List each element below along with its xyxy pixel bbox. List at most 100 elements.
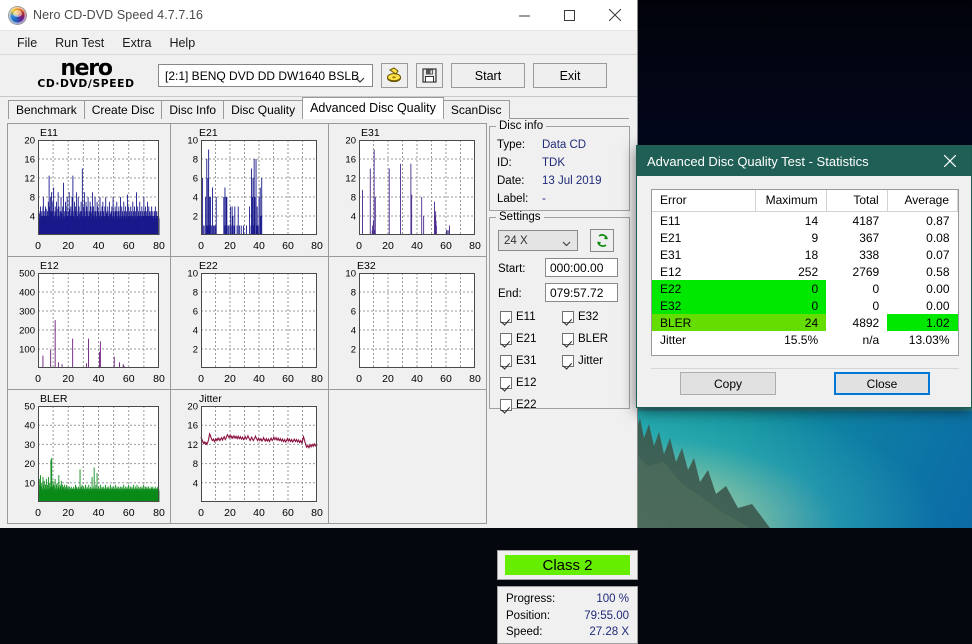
speed-value: 27.28 X (589, 626, 629, 638)
svg-text:4: 4 (193, 326, 198, 337)
chart-e22: E22 2 4 6 8 10 0 20 40 60 80 (170, 256, 329, 390)
svg-text:60: 60 (123, 240, 135, 252)
checkbox-e12[interactable]: E12 (500, 377, 536, 389)
checkbox-label: E22 (516, 399, 537, 411)
cell-error: BLER (652, 314, 756, 331)
minimize-icon[interactable] (502, 0, 547, 31)
cell-error: E32 (652, 297, 756, 314)
svg-text:40: 40 (411, 240, 423, 252)
cell-total: n/a (862, 332, 880, 347)
cell-total: 0 (872, 298, 880, 313)
start-time-input[interactable]: 000:00.00 (545, 258, 618, 277)
tab-scandisc[interactable]: ScanDisc (442, 100, 510, 119)
maximize-icon[interactable] (547, 0, 592, 31)
checkbox-e31[interactable]: E31 (500, 355, 536, 367)
refresh-arrows-icon[interactable] (590, 229, 614, 252)
tab-create-disc[interactable]: Create Disc (83, 100, 163, 119)
menu-item-file[interactable]: File (8, 33, 46, 53)
statistics-table: Error Maximum Total Average E11 14 4187 0.8… (652, 190, 959, 348)
svg-text:80: 80 (153, 240, 165, 252)
svg-text:4: 4 (351, 326, 356, 337)
tab-benchmark[interactable]: Benchmark (8, 100, 85, 119)
cell-maximum: 15.5% (784, 332, 819, 347)
chart-e32-title: E32 (357, 260, 376, 272)
cell-average: 0.07 (926, 247, 950, 262)
window-title: Nero CD-DVD Speed 4.7.7.16 (33, 8, 204, 22)
table-row[interactable]: E22 0 0 0.00 (652, 280, 958, 297)
svg-text:8: 8 (351, 288, 356, 299)
tab-advanced-disc-quality[interactable]: Advanced Disc Quality (302, 97, 444, 119)
start-button[interactable]: Start (451, 63, 525, 88)
menu-item-help[interactable]: Help (160, 33, 204, 53)
exit-button[interactable]: Exit (533, 63, 607, 88)
close-button[interactable]: Close (834, 372, 930, 395)
menu-item-extra[interactable]: Extra (113, 33, 160, 53)
svg-text:0: 0 (35, 507, 41, 519)
cell-total: 367 (859, 230, 880, 245)
disc-date-value: 13 Jul 2019 (542, 175, 602, 187)
close-icon[interactable] (929, 146, 971, 176)
eject-disc-icon[interactable] (381, 63, 408, 88)
chart-canvas: 4 8 12 16 20 0 20 40 60 80 (187, 402, 323, 520)
svg-text:0: 0 (356, 240, 362, 252)
table-row[interactable]: E31 18 338 0.07 (652, 246, 958, 263)
checkbox-e22[interactable]: E22 (500, 399, 536, 411)
checkbox-jitter[interactable]: Jitter (562, 355, 603, 367)
table-row[interactable]: E12 252 2769 0.58 (652, 263, 958, 280)
checkbox-label: E12 (516, 377, 537, 389)
tab-disc-quality[interactable]: Disc Quality (223, 100, 304, 119)
brand-line-1: nero (60, 55, 113, 81)
table-row[interactable]: BLER 24 4892 1.02 (652, 314, 958, 331)
table-row[interactable]: E21 9 367 0.08 (652, 229, 958, 246)
svg-text:40: 40 (253, 507, 265, 519)
checkbox-bler[interactable]: BLER (562, 333, 608, 345)
save-floppy-icon[interactable] (416, 63, 443, 88)
svg-text:80: 80 (469, 240, 481, 252)
brand-line-2: CD·DVD∕SPEED (37, 77, 135, 90)
chart-e21-title: E21 (199, 127, 218, 139)
checkbox-e32[interactable]: E32 (562, 311, 598, 323)
col-average: Average (887, 190, 959, 212)
cell-error: E22 (652, 280, 756, 297)
chart-canvas: 4 8 12 16 20 0 20 40 60 80 (345, 136, 481, 253)
dialog-button-bar: Copy Close (651, 368, 959, 398)
cell-maximum: 9 (811, 230, 819, 245)
table-row[interactable]: E11 14 4187 0.87 (652, 212, 958, 230)
svg-text:10: 10 (24, 478, 35, 489)
tab-disc-info[interactable]: Disc Info (161, 100, 225, 119)
table-row[interactable]: Jitter 15.5% n/a 13.03% (652, 331, 958, 348)
copy-button[interactable]: Copy (680, 372, 776, 395)
chart-e32: E32 2 4 6 8 10 0 20 40 60 80 (328, 256, 487, 390)
wallpaper-mountain (630, 408, 830, 528)
end-time-input[interactable]: 079:57.72 (545, 283, 618, 302)
table-row[interactable]: E32 0 0 0.00 (652, 297, 958, 314)
checkbox-label: BLER (578, 333, 609, 345)
svg-text:80: 80 (311, 240, 323, 252)
svg-text:8: 8 (30, 193, 35, 204)
chart-canvas: 2 4 6 8 10 0 20 40 60 80 (345, 269, 481, 386)
checkbox-e11[interactable]: E11 (500, 311, 536, 323)
svg-text:0: 0 (198, 240, 204, 252)
disc-id-value: TDK (542, 157, 565, 169)
svg-text:4: 4 (193, 193, 198, 204)
close-icon[interactable] (592, 0, 637, 31)
chart-e31-title: E31 (361, 127, 380, 139)
cell-average: 0.58 (926, 264, 950, 279)
menu-item-run-test[interactable]: Run Test (46, 33, 113, 53)
end-time-label: End: (498, 288, 522, 300)
cell-total: 338 (859, 247, 880, 262)
svg-text:6: 6 (351, 307, 356, 318)
svg-text:40: 40 (253, 240, 265, 252)
drive-select[interactable]: [2:1] BENQ DVD DD DW1640 BSLB (158, 64, 373, 87)
svg-text:60: 60 (123, 373, 135, 385)
speed-select[interactable]: 24 X (498, 230, 578, 251)
checkbox-e21[interactable]: E21 (500, 333, 536, 345)
chart-e12-title: E12 (40, 260, 59, 272)
nero-logo-icon (9, 6, 26, 24)
svg-text:400: 400 (19, 288, 35, 299)
svg-text:50: 50 (24, 402, 35, 413)
progress-panel: Progress: 100 % Position: 79:55.00 Speed… (497, 586, 638, 644)
dialog-title: Advanced Disc Quality Test - Statistics (647, 153, 869, 169)
statistics-dialog: Advanced Disc Quality Test - Statistics … (636, 145, 972, 408)
svg-text:20: 20 (187, 402, 198, 413)
